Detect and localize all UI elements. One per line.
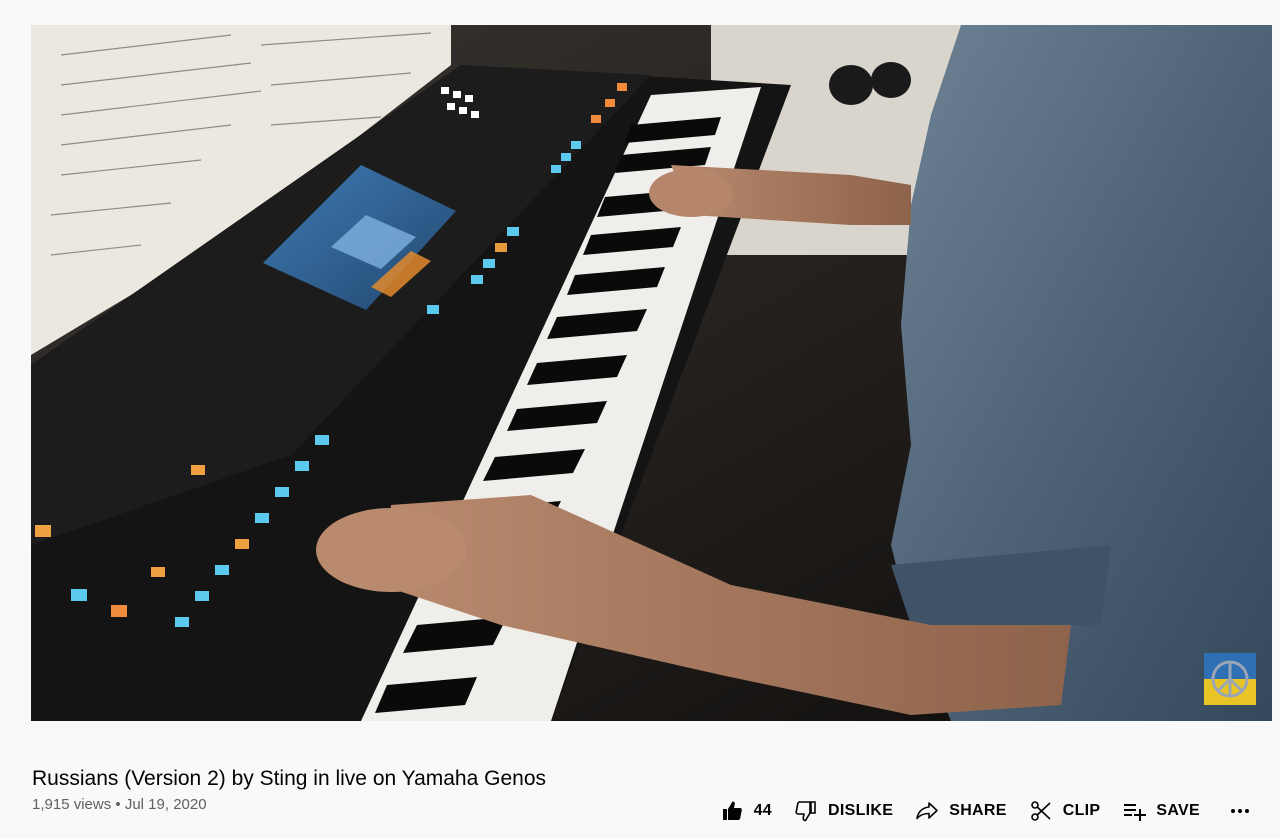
video-frame <box>31 25 1272 721</box>
view-count: 1,915 views <box>32 796 112 813</box>
share-label: SHARE <box>949 802 1007 819</box>
like-button[interactable]: 44 <box>712 793 780 829</box>
like-count: 44 <box>753 802 773 819</box>
dislike-button[interactable]: DISLIKE <box>786 793 901 829</box>
clip-label: CLIP <box>1062 802 1101 819</box>
more-actions-button[interactable] <box>1222 793 1258 829</box>
save-label: SAVE <box>1156 802 1200 819</box>
thumbs-down-icon <box>795 801 816 822</box>
meta-separator: • <box>115 796 121 813</box>
peace-symbol-icon <box>1204 653 1256 705</box>
watch-page: Russians (Version 2) by Sting in live on… <box>0 0 1280 839</box>
playlist-add-icon <box>1124 804 1147 821</box>
dislike-label: DISLIKE <box>828 802 894 819</box>
more-horizontal-icon <box>1231 809 1249 813</box>
video-actions: 44 DISLIKE SHARE CLIP SAVE <box>706 791 1258 831</box>
save-button[interactable]: SAVE <box>1114 793 1208 829</box>
thumbs-up-icon <box>722 801 742 820</box>
share-button[interactable]: SHARE <box>907 793 1015 829</box>
clip-button[interactable]: CLIP <box>1021 793 1109 829</box>
video-player[interactable] <box>31 25 1272 721</box>
upload-date: Jul 19, 2020 <box>124 796 207 813</box>
scissors-icon <box>1030 801 1051 821</box>
video-title: Russians (Version 2) by Sting in live on… <box>32 767 546 791</box>
video-info: 1,915 views • Jul 19, 2020 <box>32 796 207 813</box>
share-icon <box>916 802 939 820</box>
